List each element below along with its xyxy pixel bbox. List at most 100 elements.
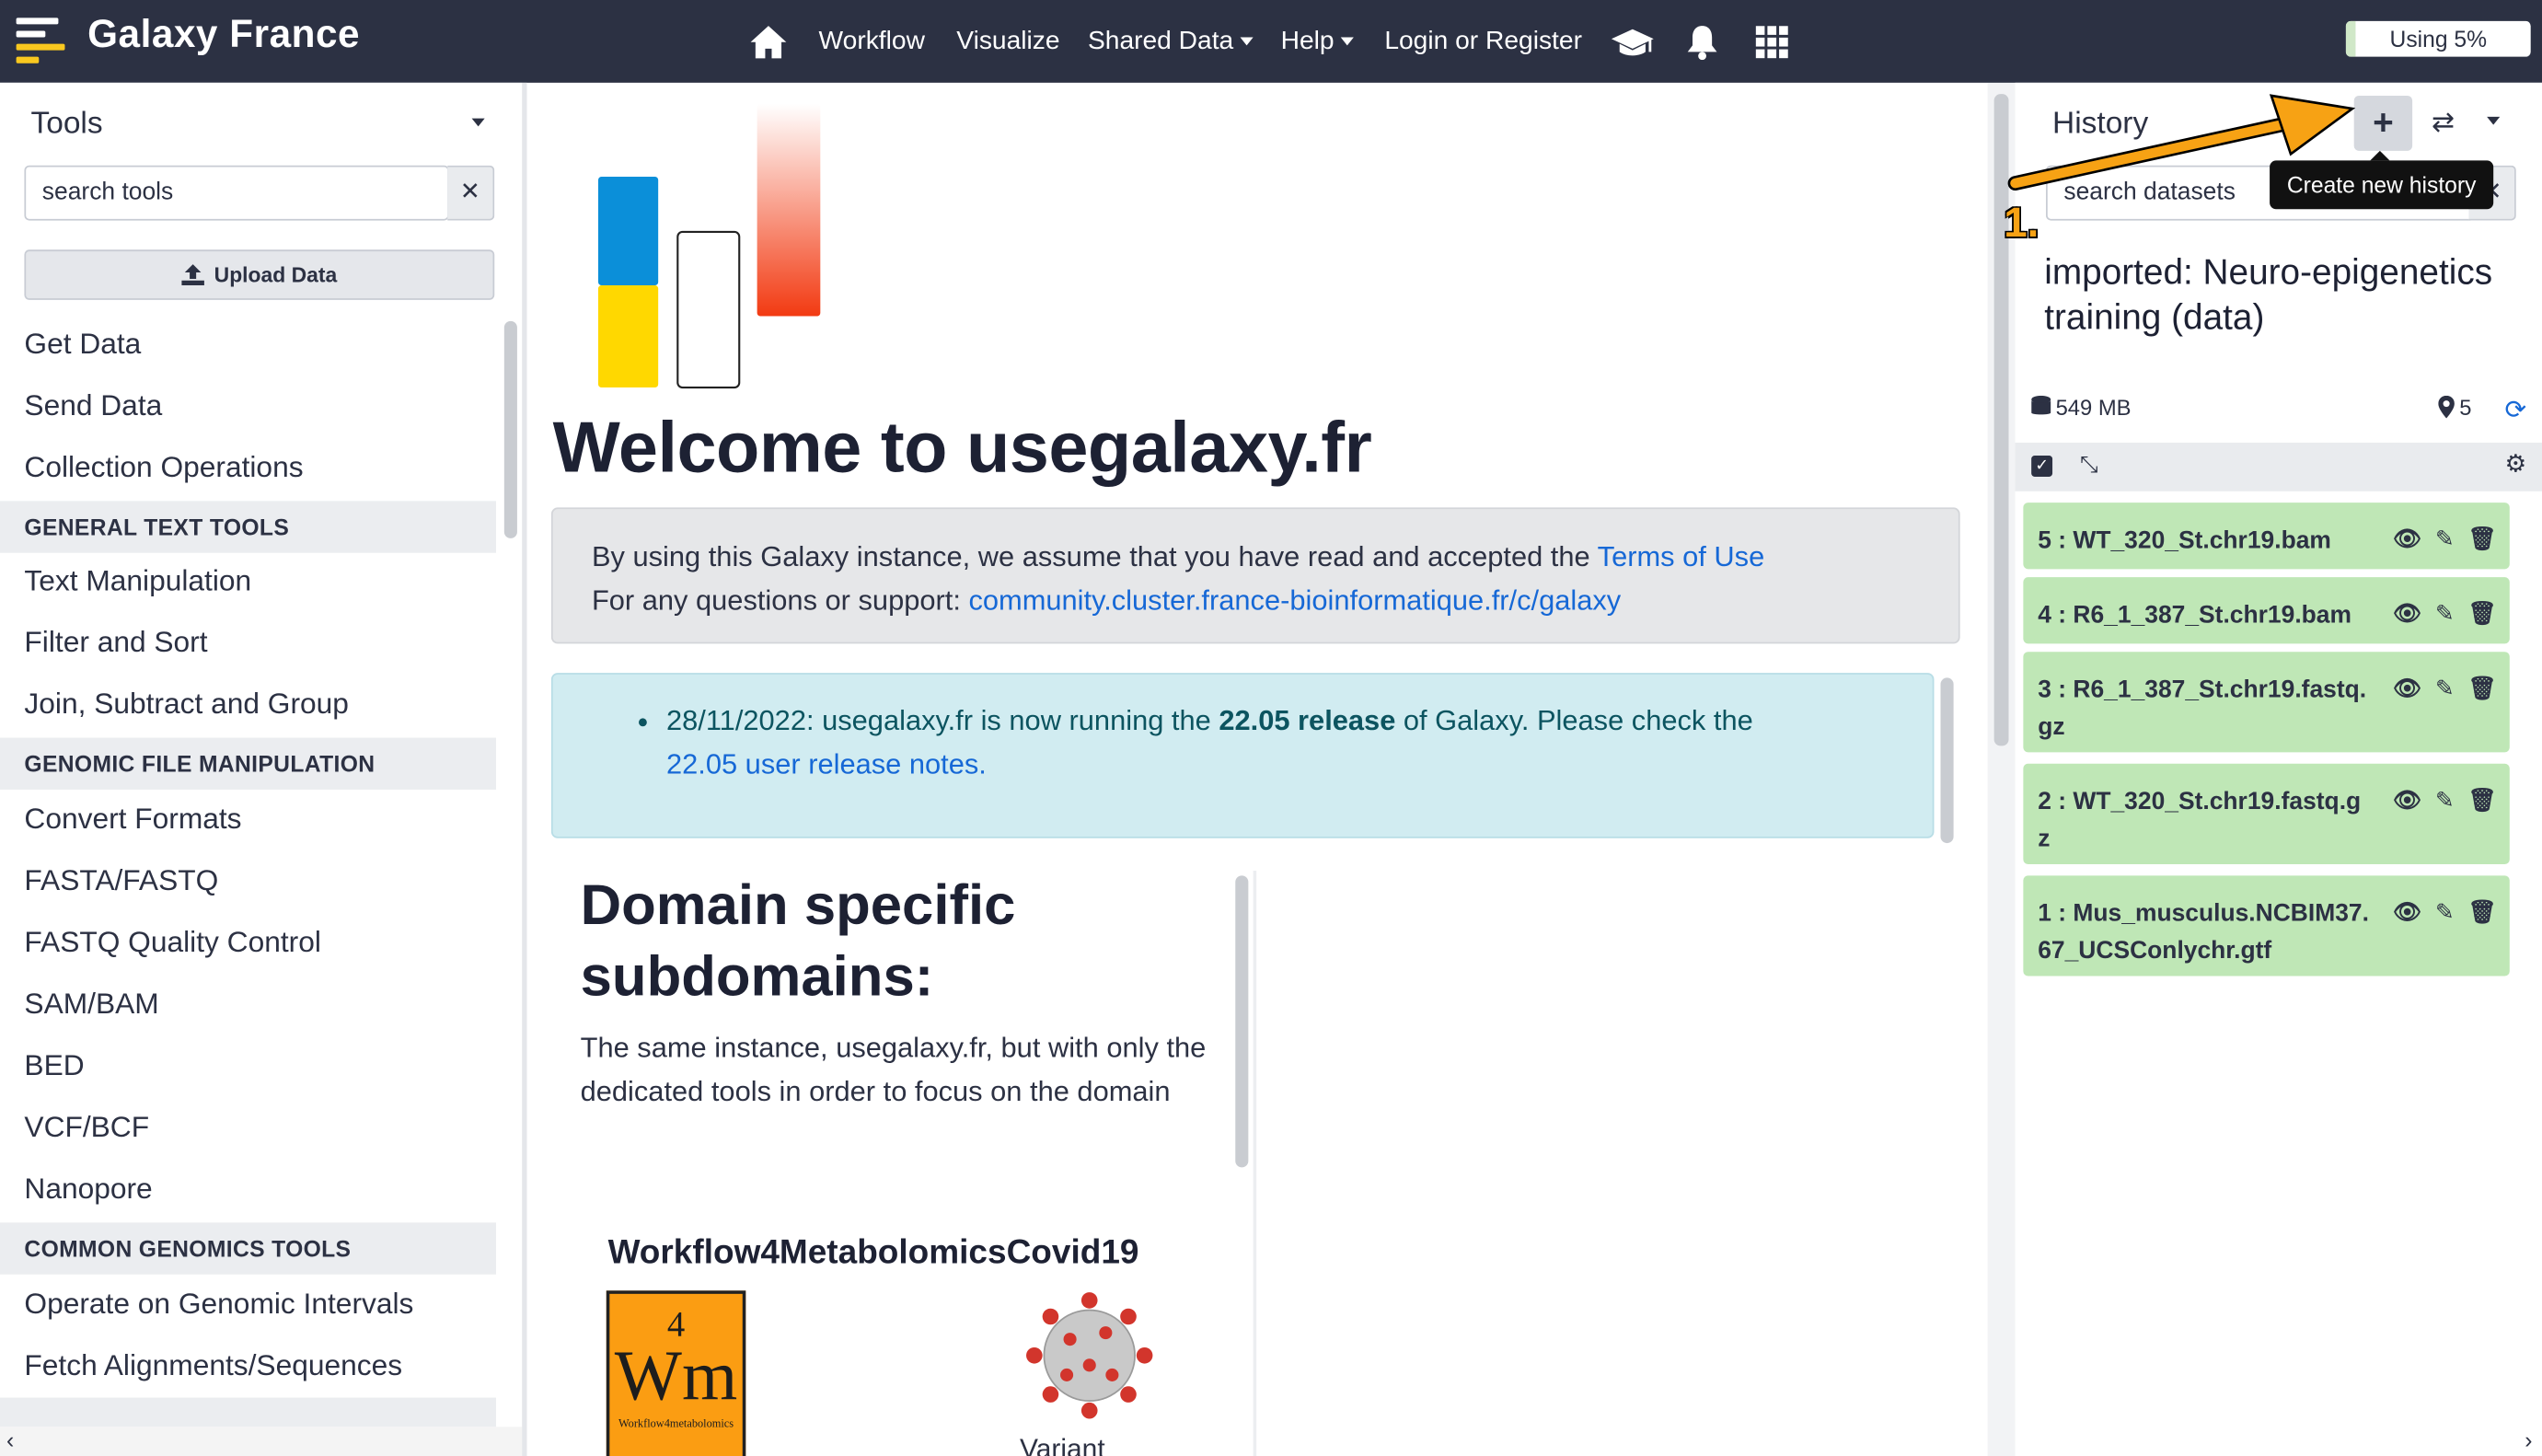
- history-count[interactable]: 5: [2438, 395, 2472, 421]
- trash-icon[interactable]: 🗑: [2467, 670, 2496, 708]
- pencil-icon[interactable]: ✎: [2435, 521, 2455, 559]
- divider: [1253, 871, 1257, 1456]
- dataset-item[interactable]: 3 : R6_1_387_St.chr19.fastq.gz 👁 ✎ 🗑: [2023, 652, 2510, 753]
- trash-icon[interactable]: 🗑: [2467, 595, 2496, 633]
- refresh-icon[interactable]: ⟳: [2505, 394, 2527, 426]
- tool-section-nanopore[interactable]: Nanopore: [24, 1173, 152, 1207]
- tool-section-filter-sort[interactable]: Filter and Sort: [24, 626, 207, 660]
- dataset-hid: 4: [2038, 601, 2051, 630]
- tool-section-send-data[interactable]: Send Data: [24, 389, 162, 423]
- tool-section-collection-operations[interactable]: Collection Operations: [24, 451, 303, 485]
- tool-section-sam-bam[interactable]: SAM/BAM: [24, 988, 158, 1022]
- history-hscroll[interactable]: ›: [2016, 1427, 2542, 1456]
- upload-data-button[interactable]: Upload Data: [24, 249, 495, 300]
- graduation-cap-icon[interactable]: [1610, 0, 1655, 83]
- tool-section-bed[interactable]: BED: [24, 1049, 84, 1083]
- collapse-icon[interactable]: ⤡: [2080, 451, 2098, 479]
- switch-history-icon[interactable]: ⇄: [2414, 96, 2472, 151]
- dataset-item[interactable]: 1 : Mus_musculus.NCBIM37.67_UCSConlychr.…: [2023, 875, 2510, 976]
- release-notes-link[interactable]: 22.05 user release notes.: [666, 747, 987, 780]
- history-size[interactable]: 549 MB: [2031, 395, 2132, 420]
- nav-help[interactable]: Help: [1281, 0, 1354, 83]
- tutorial-arrow-icon: [2007, 94, 2356, 191]
- eye-icon[interactable]: 👁: [2393, 521, 2421, 559]
- news-release: 22.05 release: [1219, 703, 1396, 736]
- select-all-checkbox-icon[interactable]: ✓: [2031, 456, 2053, 477]
- tool-panel-scrollbar[interactable]: [503, 320, 517, 538]
- nav-workflow[interactable]: Workflow: [819, 0, 925, 83]
- nav-shared-data[interactable]: Shared Data: [1087, 0, 1254, 83]
- domain-heading: Domain specific subdomains:: [580, 873, 1016, 1009]
- dataset-title: 1 : Mus_musculus.NCBIM37.67_UCSConlychr.…: [2038, 899, 2369, 965]
- tool-section-convert-formats[interactable]: Convert Formats: [24, 803, 241, 837]
- trash-icon[interactable]: 🗑: [2467, 894, 2496, 931]
- tool-section-fasta-fastq[interactable]: FASTA/FASTQ: [24, 864, 218, 898]
- quota-meter[interactable]: Using 5%: [2345, 20, 2531, 57]
- tool-search-input[interactable]: search tools: [24, 165, 449, 221]
- eye-icon[interactable]: 👁: [2393, 670, 2421, 708]
- history-count-value: 5: [2459, 395, 2472, 421]
- pencil-icon[interactable]: ✎: [2435, 595, 2455, 633]
- tool-search-placeholder: search tools: [41, 178, 174, 206]
- pencil-icon[interactable]: ✎: [2435, 781, 2455, 819]
- news-item: 28/11/2022: usegalaxy.fr is now running …: [666, 699, 1933, 786]
- dataset-name: WT_320_St.chr19.fastq.gz: [2038, 788, 2362, 853]
- news-scrollbar[interactable]: [1940, 677, 1954, 844]
- nav-login[interactable]: Login or Register: [1384, 0, 1582, 83]
- tool-section-genomic-intervals[interactable]: Operate on Genomic Intervals: [24, 1288, 413, 1322]
- tool-section-text-manipulation[interactable]: Text Manipulation: [24, 564, 251, 598]
- dataset-title: 4 : R6_1_387_St.chr19.bam: [2038, 601, 2352, 630]
- tool-section-vcf-bcf[interactable]: VCF/BCF: [24, 1111, 149, 1145]
- terms-text: By using this Galaxy instance, we assume…: [591, 539, 1598, 572]
- divider: [522, 82, 527, 1456]
- nav-visualize[interactable]: Visualize: [956, 0, 1059, 83]
- virus-icon[interactable]: [1024, 1290, 1154, 1420]
- trash-icon[interactable]: 🗑: [2467, 781, 2496, 819]
- upload-data-label: Upload Data: [214, 262, 338, 287]
- tool-section-get-data[interactable]: Get Data: [24, 328, 141, 362]
- domain-scrollbar[interactable]: [1235, 875, 1249, 1168]
- terms-of-use-link[interactable]: Terms of Use: [1598, 540, 1765, 572]
- dataset-item[interactable]: 2 : WT_320_St.chr19.fastq.gz 👁 ✎ 🗑: [2023, 763, 2510, 864]
- bell-icon[interactable]: [1686, 0, 1718, 83]
- galaxy-app: Galaxy France Workflow Visualize Shared …: [0, 0, 2542, 1456]
- dataset-hid: 3: [2038, 676, 2051, 704]
- grid-icon[interactable]: [1755, 0, 1788, 83]
- galaxy-logo-icon[interactable]: [16, 17, 68, 64]
- tool-section-join-subtract[interactable]: Join, Subtract and Group: [24, 688, 349, 722]
- nav-help-label: Help: [1280, 27, 1335, 55]
- clear-search-icon[interactable]: ✕: [447, 165, 495, 221]
- news-suffix: of Galaxy. Please check the: [1395, 703, 1753, 736]
- w4m-logo[interactable]: 4 Wm Workflow4metabolomics: [606, 1290, 746, 1456]
- dataset-item[interactable]: 4 : R6_1_387_St.chr19.bam 👁 ✎ 🗑: [2023, 577, 2510, 644]
- home-icon[interactable]: [749, 0, 788, 83]
- support-link[interactable]: community.cluster.france-bioinformatique…: [968, 584, 1621, 616]
- tool-section-label-general-text: GENERAL TEXT TOOLS: [0, 501, 497, 553]
- tool-section-fastq-qc[interactable]: FASTQ Quality Control: [24, 926, 320, 960]
- domain-description: The same instance, usegalaxy.fr, but wit…: [580, 1031, 1207, 1108]
- pencil-icon[interactable]: ✎: [2435, 670, 2455, 708]
- map-marker-icon: [2438, 395, 2455, 419]
- quota-label: Using 5%: [2389, 26, 2488, 52]
- trash-icon[interactable]: 🗑: [2467, 521, 2496, 559]
- eye-icon[interactable]: 👁: [2393, 595, 2421, 633]
- history-name[interactable]: imported: Neuro-epigenetics training (da…: [2044, 249, 2514, 341]
- terms-info-box: By using this Galaxy instance, we assume…: [550, 507, 1960, 644]
- welcome-heading: Welcome to usegalaxy.fr: [552, 408, 1372, 489]
- dataset-item[interactable]: 5 : WT_320_St.chr19.bam 👁 ✎ 🗑: [2023, 503, 2510, 570]
- pencil-icon[interactable]: ✎: [2435, 894, 2455, 931]
- dataset-hid: 2: [2038, 788, 2051, 816]
- tool-panel-hscroll[interactable]: ‹: [0, 1427, 523, 1456]
- news-box: 28/11/2022: usegalaxy.fr is now running …: [550, 673, 1935, 838]
- dataset-title: 3 : R6_1_387_St.chr19.fastq.gz: [2038, 676, 2367, 742]
- eye-icon[interactable]: 👁: [2393, 894, 2421, 931]
- nav-shared-data-label: Shared Data: [1087, 27, 1234, 55]
- tool-panel-dropdown-icon[interactable]: [471, 118, 485, 127]
- tool-section-label-common-genomics: COMMON GENOMICS TOOLS: [0, 1222, 497, 1275]
- history-options-dropdown-icon[interactable]: [2487, 116, 2501, 125]
- tool-section-fetch-alignments[interactable]: Fetch Alignments/Sequences: [24, 1349, 402, 1383]
- eye-icon[interactable]: 👁: [2393, 781, 2421, 819]
- gear-icon[interactable]: ⚙: [2505, 449, 2527, 479]
- dataset-title: 2 : WT_320_St.chr19.fastq.gz: [2038, 788, 2362, 853]
- brand-title[interactable]: Galaxy France: [87, 13, 360, 58]
